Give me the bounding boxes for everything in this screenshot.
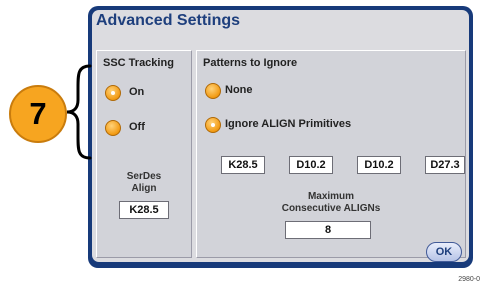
patterns-to-ignore-title: Patterns to Ignore [203,57,298,69]
ignore-align-label[interactable]: Ignore ALIGN Primitives [225,118,351,130]
advanced-settings-dialog: Advanced Settings SSC Tracking On Off Se… [92,10,469,262]
patterns-to-ignore-section: Patterns to Ignore None Ignore ALIGN Pri… [196,50,466,258]
callout-number: 7 [9,85,67,143]
ssc-off-radio[interactable] [105,120,121,136]
serdes-align-field[interactable]: K28.5 [119,201,169,219]
ignore-none-radio[interactable] [205,83,221,99]
serdes-align-label-2: Align [131,183,157,194]
ignore-align-radio[interactable] [205,117,221,133]
dialog-title: Advanced Settings [96,12,241,29]
curly-brace-icon [66,64,92,160]
max-consecutive-field[interactable]: 8 [285,221,371,239]
primitive-field-4[interactable]: D27.3 [425,156,465,174]
ignore-none-label[interactable]: None [225,84,253,96]
primitive-field-2[interactable]: D10.2 [289,156,333,174]
serdes-align-label-1: SerDes [126,171,162,182]
max-consecutive-label-2: Consecutive ALIGNs [281,203,381,214]
ssc-off-label[interactable]: Off [129,121,145,133]
ssc-on-label[interactable]: On [129,86,144,98]
ssc-tracking-section: SSC Tracking On Off SerDes Align K28.5 [96,50,192,258]
max-consecutive-label-1: Maximum [307,191,355,202]
ssc-on-radio[interactable] [105,85,121,101]
primitive-field-3[interactable]: D10.2 [357,156,401,174]
figure-id: 2980-0 [458,276,480,283]
ssc-tracking-title: SSC Tracking [103,57,174,69]
ok-button[interactable]: OK [426,242,462,262]
primitive-field-1[interactable]: K28.5 [221,156,265,174]
